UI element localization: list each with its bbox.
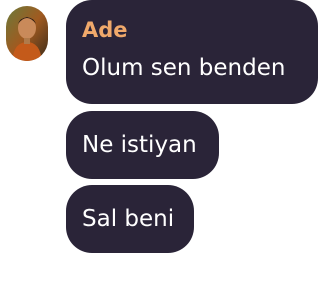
avatar[interactable] bbox=[6, 6, 48, 61]
message-text: Olum sen benden bbox=[82, 55, 286, 81]
message-bubble[interactable]: Ne istiyan bbox=[66, 111, 219, 179]
avatar-photo bbox=[6, 6, 48, 61]
message-bubble[interactable]: Sal beni bbox=[66, 185, 194, 253]
sender-name[interactable]: Ade bbox=[82, 16, 302, 44]
message-text: Sal beni bbox=[82, 206, 175, 232]
message-text: Ne istiyan bbox=[82, 132, 197, 158]
message-bubble[interactable]: Ade Olum sen benden bbox=[66, 0, 318, 104]
